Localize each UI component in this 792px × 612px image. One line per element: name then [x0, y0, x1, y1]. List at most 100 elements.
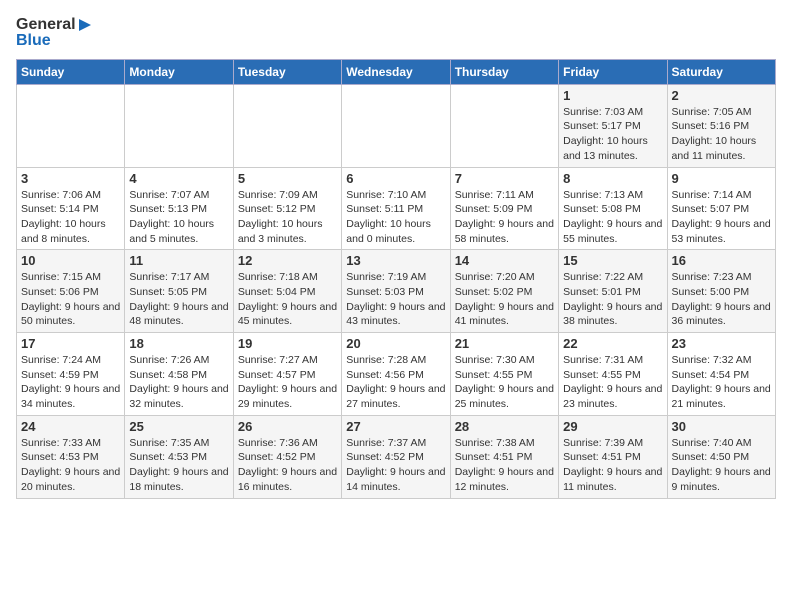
day-cell [17, 84, 125, 167]
day-info: Sunrise: 7:39 AM Sunset: 4:51 PM Dayligh… [563, 436, 662, 495]
day-info: Sunrise: 7:14 AM Sunset: 5:07 PM Dayligh… [672, 188, 771, 247]
day-info: Sunrise: 7:13 AM Sunset: 5:08 PM Dayligh… [563, 188, 662, 247]
day-info: Sunrise: 7:33 AM Sunset: 4:53 PM Dayligh… [21, 436, 120, 495]
day-info: Sunrise: 7:38 AM Sunset: 4:51 PM Dayligh… [455, 436, 554, 495]
day-number: 26 [238, 419, 337, 434]
day-cell: 2Sunrise: 7:05 AM Sunset: 5:16 PM Daylig… [667, 84, 775, 167]
day-info: Sunrise: 7:30 AM Sunset: 4:55 PM Dayligh… [455, 353, 554, 412]
day-info: Sunrise: 7:11 AM Sunset: 5:09 PM Dayligh… [455, 188, 554, 247]
page-header: General Blue [16, 16, 776, 51]
day-info: Sunrise: 7:26 AM Sunset: 4:58 PM Dayligh… [129, 353, 228, 412]
week-row-4: 17Sunrise: 7:24 AM Sunset: 4:59 PM Dayli… [17, 333, 776, 416]
day-number: 24 [21, 419, 120, 434]
day-cell: 21 Sunrise: 7:30 AM Sunset: 4:55 PM Dayli… [450, 333, 558, 416]
day-number: 23 [672, 336, 771, 351]
day-cell: 9 Sunrise: 7:14 AM Sunset: 5:07 PM Daylig… [667, 167, 775, 250]
day-cell: 4Sunrise: 7:07 AM Sunset: 5:13 PM Daylig… [125, 167, 233, 250]
col-header-tuesday: Tuesday [233, 59, 341, 84]
day-number: 9 [672, 171, 771, 186]
day-number: 29 [563, 419, 662, 434]
week-row-3: 10 Sunrise: 7:15 AM Sunset: 5:06 PM Dayli… [17, 250, 776, 333]
day-number: 15 [563, 253, 662, 268]
day-number: 13 [346, 253, 445, 268]
col-header-sunday: Sunday [17, 59, 125, 84]
day-cell: 17Sunrise: 7:24 AM Sunset: 4:59 PM Dayli… [17, 333, 125, 416]
col-header-wednesday: Wednesday [342, 59, 450, 84]
logo: General Blue [16, 16, 93, 51]
day-number: 25 [129, 419, 228, 434]
day-info: Sunrise: 7:35 AM Sunset: 4:53 PM Dayligh… [129, 436, 228, 495]
day-cell: 5 Sunrise: 7:09 AM Sunset: 5:12 PM Daylig… [233, 167, 341, 250]
day-info: Sunrise: 7:22 AM Sunset: 5:01 PM Dayligh… [563, 270, 662, 329]
day-cell [125, 84, 233, 167]
col-header-saturday: Saturday [667, 59, 775, 84]
logo-container: General Blue [16, 16, 93, 51]
day-cell: 10 Sunrise: 7:15 AM Sunset: 5:06 PM Dayli… [17, 250, 125, 333]
day-cell: 24 Sunrise: 7:33 AM Sunset: 4:53 PM Dayli… [17, 415, 125, 498]
day-cell: 1Sunrise: 7:03 AM Sunset: 5:17 PM Daylig… [559, 84, 667, 167]
day-number: 2 [672, 88, 771, 103]
day-number: 5 [238, 171, 337, 186]
day-info: Sunrise: 7:28 AM Sunset: 4:56 PM Dayligh… [346, 353, 445, 412]
day-info: Sunrise: 7:36 AM Sunset: 4:52 PM Dayligh… [238, 436, 337, 495]
day-number: 14 [455, 253, 554, 268]
day-number: 17 [21, 336, 120, 351]
day-cell [342, 84, 450, 167]
day-cell: 18 Sunrise: 7:26 AM Sunset: 4:58 PM Dayli… [125, 333, 233, 416]
week-row-2: 3 Sunrise: 7:06 AM Sunset: 5:14 PM Daylig… [17, 167, 776, 250]
col-header-friday: Friday [559, 59, 667, 84]
day-number: 7 [455, 171, 554, 186]
day-cell: 15 Sunrise: 7:22 AM Sunset: 5:01 PM Dayli… [559, 250, 667, 333]
day-info: Sunrise: 7:10 AM Sunset: 5:11 PM Dayligh… [346, 188, 445, 247]
day-number: 27 [346, 419, 445, 434]
day-cell: 8 Sunrise: 7:13 AM Sunset: 5:08 PM Daylig… [559, 167, 667, 250]
day-cell: 23 Sunrise: 7:32 AM Sunset: 4:54 PM Dayli… [667, 333, 775, 416]
day-cell: 16 Sunrise: 7:23 AM Sunset: 5:00 PM Dayli… [667, 250, 775, 333]
day-cell: 22 Sunrise: 7:31 AM Sunset: 4:55 PM Dayli… [559, 333, 667, 416]
day-info: Sunrise: 7:32 AM Sunset: 4:54 PM Dayligh… [672, 353, 771, 412]
logo-arrow-icon [77, 17, 93, 33]
week-row-1: 1Sunrise: 7:03 AM Sunset: 5:17 PM Daylig… [17, 84, 776, 167]
day-cell: 30 Sunrise: 7:40 AM Sunset: 4:50 PM Dayli… [667, 415, 775, 498]
header-row: SundayMondayTuesdayWednesdayThursdayFrid… [17, 59, 776, 84]
day-number: 19 [238, 336, 337, 351]
day-info: Sunrise: 7:27 AM Sunset: 4:57 PM Dayligh… [238, 353, 337, 412]
day-number: 11 [129, 253, 228, 268]
logo-blue-text: Blue [16, 32, 93, 50]
day-cell [233, 84, 341, 167]
day-info: Sunrise: 7:07 AM Sunset: 5:13 PM Dayligh… [129, 188, 228, 247]
day-number: 10 [21, 253, 120, 268]
day-cell: 29 Sunrise: 7:39 AM Sunset: 4:51 PM Dayli… [559, 415, 667, 498]
day-number: 22 [563, 336, 662, 351]
day-number: 16 [672, 253, 771, 268]
day-info: Sunrise: 7:23 AM Sunset: 5:00 PM Dayligh… [672, 270, 771, 329]
day-cell: 7 Sunrise: 7:11 AM Sunset: 5:09 PM Daylig… [450, 167, 558, 250]
day-info: Sunrise: 7:31 AM Sunset: 4:55 PM Dayligh… [563, 353, 662, 412]
day-cell: 11 Sunrise: 7:17 AM Sunset: 5:05 PM Dayli… [125, 250, 233, 333]
day-cell: 19 Sunrise: 7:27 AM Sunset: 4:57 PM Dayli… [233, 333, 341, 416]
day-number: 3 [21, 171, 120, 186]
day-number: 30 [672, 419, 771, 434]
day-cell [450, 84, 558, 167]
day-cell: 20Sunrise: 7:28 AM Sunset: 4:56 PM Dayli… [342, 333, 450, 416]
day-info: Sunrise: 7:03 AM Sunset: 5:17 PM Dayligh… [563, 105, 662, 164]
day-info: Sunrise: 7:15 AM Sunset: 5:06 PM Dayligh… [21, 270, 120, 329]
day-info: Sunrise: 7:09 AM Sunset: 5:12 PM Dayligh… [238, 188, 337, 247]
day-info: Sunrise: 7:06 AM Sunset: 5:14 PM Dayligh… [21, 188, 120, 247]
day-info: Sunrise: 7:40 AM Sunset: 4:50 PM Dayligh… [672, 436, 771, 495]
day-info: Sunrise: 7:19 AM Sunset: 5:03 PM Dayligh… [346, 270, 445, 329]
day-cell: 28 Sunrise: 7:38 AM Sunset: 4:51 PM Dayli… [450, 415, 558, 498]
day-info: Sunrise: 7:37 AM Sunset: 4:52 PM Dayligh… [346, 436, 445, 495]
day-number: 6 [346, 171, 445, 186]
day-number: 8 [563, 171, 662, 186]
day-cell: 14Sunrise: 7:20 AM Sunset: 5:02 PM Dayli… [450, 250, 558, 333]
day-cell: 13 Sunrise: 7:19 AM Sunset: 5:03 PM Dayli… [342, 250, 450, 333]
day-cell: 27 Sunrise: 7:37 AM Sunset: 4:52 PM Dayli… [342, 415, 450, 498]
calendar-table: SundayMondayTuesdayWednesdayThursdayFrid… [16, 59, 776, 499]
day-number: 18 [129, 336, 228, 351]
day-info: Sunrise: 7:17 AM Sunset: 5:05 PM Dayligh… [129, 270, 228, 329]
day-number: 28 [455, 419, 554, 434]
day-cell: 25 Sunrise: 7:35 AM Sunset: 4:53 PM Dayli… [125, 415, 233, 498]
day-cell: 26 Sunrise: 7:36 AM Sunset: 4:52 PM Dayli… [233, 415, 341, 498]
day-number: 21 [455, 336, 554, 351]
